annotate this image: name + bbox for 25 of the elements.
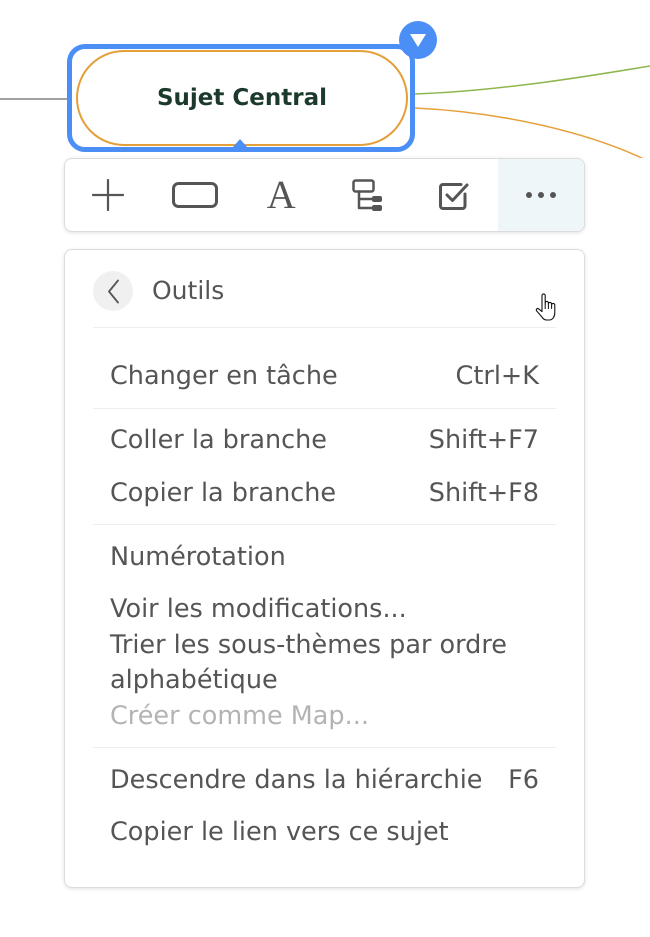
rectangle-icon: [172, 182, 218, 208]
menu-item[interactable]: Voir les modifications...: [110, 584, 539, 628]
menu-item[interactable]: Copier le lien vers ce sujet: [110, 806, 539, 859]
menu-item[interactable]: Changer en tâche Ctrl+K: [110, 350, 539, 403]
menu-item[interactable]: Copier la branche Shift+F8: [110, 467, 539, 520]
shortcut-label: F6: [508, 764, 539, 796]
menu-item[interactable]: Coller la branche Shift+F7: [110, 414, 539, 467]
plus-icon: [92, 179, 124, 211]
menu-item[interactable]: Numérotation: [110, 531, 539, 584]
hand-cursor-icon: [534, 292, 556, 322]
menu-item[interactable]: Trier les sous-thèmes par ordre alphabétique: [110, 628, 539, 698]
chevron-left-icon: [106, 278, 120, 304]
checkbox-icon: [439, 180, 470, 210]
ellipsis-icon: [526, 192, 556, 198]
menu-title: Outils: [152, 275, 224, 308]
structure-icon: [352, 178, 384, 212]
back-button[interactable]: [93, 271, 133, 311]
shortcut-label: Shift+F7: [428, 424, 539, 457]
caret-down-icon: [409, 32, 427, 48]
shortcut-label: Ctrl+K: [456, 360, 539, 393]
shortcut-label: Shift+F8: [428, 476, 539, 510]
font-button[interactable]: A: [238, 159, 324, 231]
pointer-icon: [233, 139, 247, 147]
menu-item[interactable]: Descendre dans la hiérarchie F6: [110, 754, 539, 806]
central-topic[interactable]: Sujet Central: [76, 50, 408, 146]
